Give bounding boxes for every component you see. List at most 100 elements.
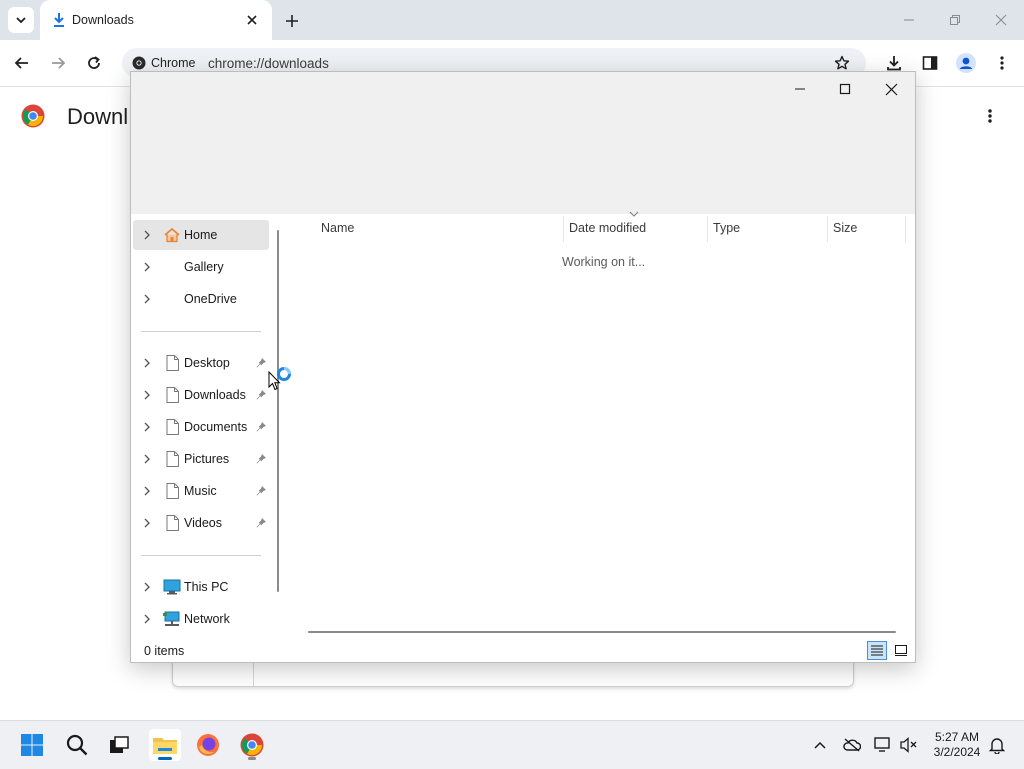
nav-item-desktop[interactable]: Desktop (133, 348, 269, 378)
horizontal-scrollbar[interactable] (308, 631, 896, 633)
nav-item-home[interactable]: Home (133, 220, 269, 250)
browser-restore-button[interactable] (941, 8, 969, 32)
loading-message: Working on it... (562, 255, 646, 269)
tiles-view-icon (895, 645, 907, 656)
show-hidden-icons-button[interactable] (810, 735, 830, 755)
chevron-right-icon[interactable] (133, 390, 161, 400)
column-header-date-modified[interactable]: Date modified (569, 214, 705, 242)
cloud-offline-icon (843, 738, 861, 752)
pin-icon[interactable] (255, 357, 267, 369)
column-label: Type (713, 221, 741, 235)
bookmark-star-button[interactable] (832, 53, 852, 73)
chevron-right-icon[interactable] (133, 422, 161, 432)
nav-item-downloads[interactable]: Downloads (133, 380, 269, 410)
chevron-right-icon[interactable] (133, 518, 161, 528)
page-menu-button[interactable] (980, 105, 1000, 127)
forward-button[interactable] (46, 51, 70, 75)
column-header-name[interactable]: Name (321, 214, 561, 242)
side-panel-button[interactable] (918, 51, 942, 75)
chevron-right-icon[interactable] (133, 486, 161, 496)
chevron-up-icon (814, 741, 826, 749)
plus-icon (286, 15, 298, 27)
pin-icon[interactable] (255, 453, 267, 465)
chevron-right-icon[interactable] (133, 614, 161, 624)
column-divider[interactable] (827, 216, 828, 242)
taskbar-clock[interactable]: 5:27 AM 3/2/2024 (926, 730, 988, 760)
task-view-icon (110, 736, 129, 753)
column-header-type[interactable]: Type (713, 214, 825, 242)
file-icon (161, 354, 183, 372)
column-divider[interactable] (905, 216, 906, 242)
column-label: Size (833, 221, 858, 235)
nav-item-this-pc[interactable]: This PC (133, 572, 269, 602)
nav-label: Downloads (184, 388, 246, 402)
download-icon (887, 56, 901, 71)
maximize-icon (839, 83, 851, 95)
taskbar: 5:27 AM 3/2/2024 (0, 720, 1024, 769)
preview-view-button[interactable] (891, 641, 911, 660)
nav-label: Network (184, 612, 230, 626)
details-view-button[interactable] (867, 641, 887, 660)
column-header-size[interactable]: Size (833, 214, 903, 242)
chevron-right-icon[interactable] (133, 358, 161, 368)
chevron-right-icon[interactable] (133, 262, 161, 272)
taskbar-firefox[interactable] (192, 729, 224, 761)
nav-item-videos[interactable]: Videos (133, 508, 269, 538)
pin-icon[interactable] (255, 517, 267, 529)
start-button[interactable] (16, 729, 48, 761)
network-tray-button[interactable] (873, 735, 893, 755)
volume-tray-button[interactable] (899, 735, 919, 755)
url-text[interactable]: chrome://downloads (208, 56, 329, 71)
column-label: Date modified (569, 221, 647, 235)
chrome-icon (240, 733, 264, 757)
dialog-close-button[interactable] (877, 76, 905, 102)
notifications-button[interactable] (987, 735, 1007, 755)
arrow-right-icon (52, 57, 66, 69)
column-divider[interactable] (563, 216, 564, 242)
download-icon (54, 13, 64, 27)
taskbar-file-explorer[interactable] (149, 729, 181, 761)
reload-button[interactable] (82, 51, 106, 75)
busy-spinner-icon (277, 367, 291, 381)
chevron-right-icon[interactable] (133, 294, 161, 304)
file-icon (161, 386, 183, 404)
tab-search-button[interactable] (8, 7, 34, 33)
column-divider[interactable] (707, 216, 708, 242)
file-dialog: Home Gallery OneDrive Desktop Downloads (130, 71, 916, 663)
nav-item-gallery[interactable]: Gallery (133, 252, 269, 282)
dialog-minimize-button[interactable] (786, 76, 814, 102)
nav-label: Music (184, 484, 217, 498)
task-view-button[interactable] (103, 729, 135, 761)
nav-label: Home (184, 228, 218, 242)
nav-item-pictures[interactable]: Pictures (133, 444, 269, 474)
chevron-right-icon[interactable] (133, 454, 161, 464)
tab-close-button[interactable] (244, 12, 260, 28)
onedrive-tray-button[interactable] (842, 735, 862, 755)
tab-downloads[interactable]: Downloads (40, 0, 272, 40)
clock-date: 3/2/2024 (933, 745, 981, 759)
nav-item-network[interactable]: Network (133, 604, 269, 634)
browser-menu-button[interactable] (990, 51, 1014, 75)
pin-icon[interactable] (255, 389, 267, 401)
pin-icon[interactable] (255, 485, 267, 497)
new-tab-button[interactable] (282, 11, 302, 31)
profile-button[interactable] (954, 51, 978, 75)
file-explorer-icon (153, 738, 177, 754)
pin-icon[interactable] (255, 421, 267, 433)
nav-item-documents[interactable]: Documents (133, 412, 269, 442)
nav-separator (141, 331, 261, 332)
nav-item-onedrive[interactable]: OneDrive (133, 284, 269, 314)
chevron-right-icon[interactable] (133, 582, 161, 592)
nav-scrollbar[interactable] (277, 230, 279, 592)
dialog-maximize-button[interactable] (831, 76, 859, 102)
taskbar-chrome[interactable] (236, 729, 268, 761)
browser-close-button[interactable] (987, 8, 1015, 32)
back-button[interactable] (10, 51, 34, 75)
running-indicator (248, 757, 256, 760)
browser-minimize-button[interactable] (895, 8, 923, 32)
taskbar-search-button[interactable] (61, 729, 93, 761)
file-icon (161, 450, 183, 468)
minimize-icon (904, 19, 914, 21)
nav-item-music[interactable]: Music (133, 476, 269, 506)
chevron-right-icon[interactable] (133, 230, 161, 240)
